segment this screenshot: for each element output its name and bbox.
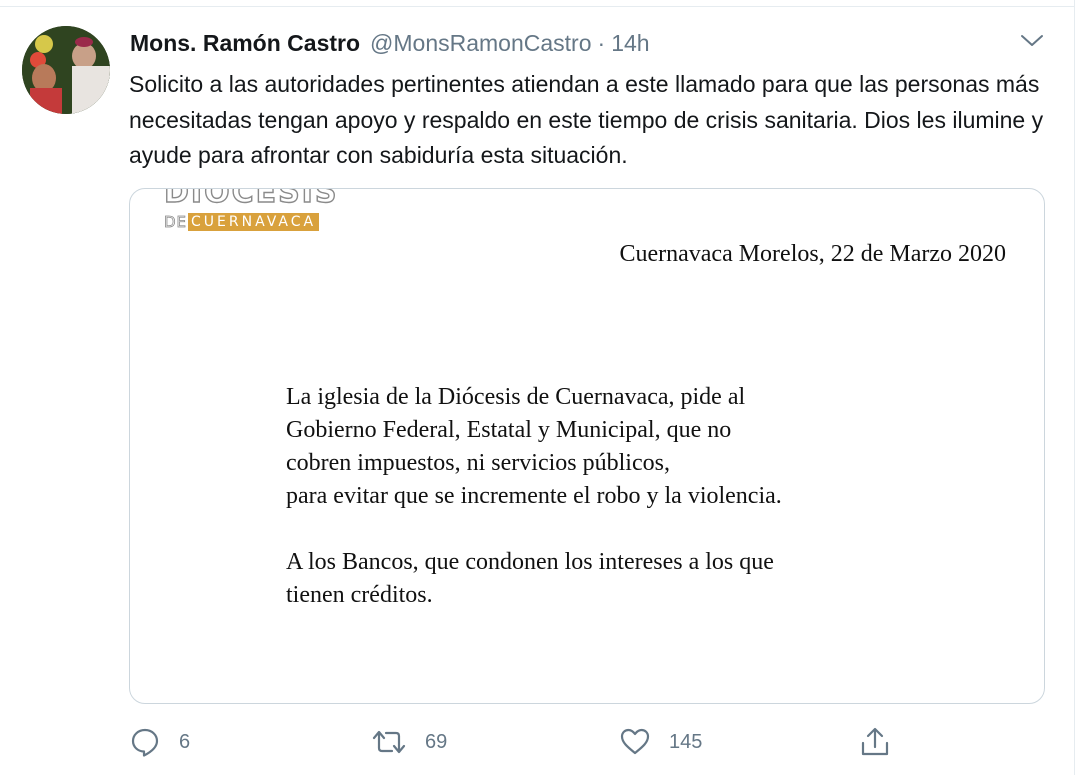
letter-paragraph-2: A los Bancos, que condonen los intereses…: [286, 549, 774, 608]
tweet-text: Solicito a las autoridades pertinentes a…: [129, 71, 1044, 168]
display-name[interactable]: Mons. Ramón Castro: [130, 30, 360, 57]
reply-icon: [129, 726, 161, 758]
more-menu-button[interactable]: [1018, 28, 1046, 52]
chevron-down-icon: [1018, 35, 1046, 56]
right-divider: [1074, 0, 1075, 775]
handle[interactable]: @MonsRamonCastro: [370, 30, 591, 57]
top-divider: [0, 6, 1074, 7]
like-count: 145: [669, 730, 703, 753]
separator-dot: ·: [597, 30, 606, 56]
letter-body: La iglesia de la Diócesis de Cuernavaca,…: [286, 381, 986, 612]
tweet-header: Mons. Ramón Castro @MonsRamonCastro · 14…: [130, 30, 650, 62]
letter-date: Cuernavaca Morelos, 22 de Marzo 2020: [619, 241, 1006, 267]
logo-city: CUERNAVACA: [188, 213, 320, 231]
share-button[interactable]: [859, 722, 891, 762]
diocese-logo: DIÓCESIS DE CUERNAVACA: [163, 188, 344, 233]
retweet-count: 69: [425, 730, 448, 753]
retweet-icon: [371, 726, 407, 758]
like-button[interactable]: 145: [619, 722, 702, 762]
reply-button[interactable]: 6: [129, 722, 190, 762]
share-icon: [859, 726, 891, 758]
avatar[interactable]: [22, 26, 110, 114]
retweet-button[interactable]: 69: [371, 722, 447, 762]
timestamp[interactable]: 14h: [611, 30, 649, 57]
letter-paragraph-1: La iglesia de la Diócesis de Cuernavaca,…: [286, 384, 782, 509]
reply-count: 6: [179, 730, 191, 753]
logo-de: DE: [164, 213, 188, 232]
heart-icon: [619, 726, 651, 758]
tweet-image[interactable]: DIÓCESIS DE CUERNAVACA Cuernavaca Morelo…: [129, 188, 1045, 704]
logo-title: DIÓCESIS: [163, 188, 339, 211]
tweet-actions: 6 69 145: [129, 722, 909, 762]
